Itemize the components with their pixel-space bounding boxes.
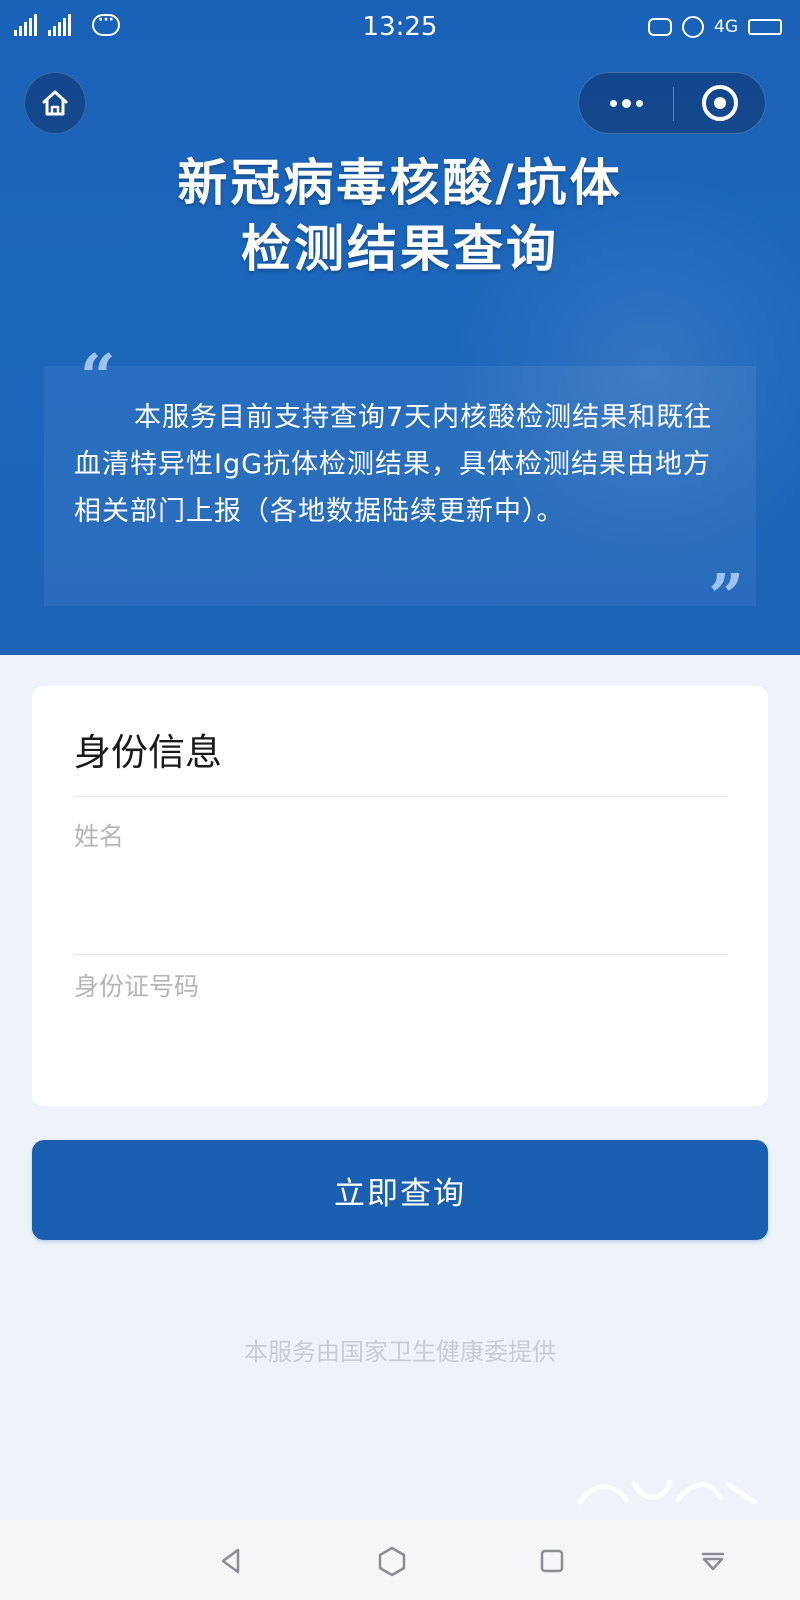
home-icon	[42, 90, 68, 116]
identity-card-title: 身份信息	[74, 731, 222, 774]
square-recents-icon	[540, 1549, 564, 1573]
id-number-input[interactable]	[74, 956, 728, 1016]
notice-card: “ 本服务目前支持查询7天内核酸检测结果和既往血清特异性IgG抗体检测结果，具体…	[44, 346, 756, 628]
close-button[interactable]	[674, 73, 766, 133]
system-nav-bar	[0, 1520, 800, 1600]
hexagon-home-icon	[378, 1546, 406, 1577]
page-title: 新冠病毒核酸/抗体 检测结果查询	[0, 150, 800, 282]
recents-button[interactable]	[527, 1536, 577, 1586]
divider	[74, 796, 728, 797]
query-button[interactable]: 立即查询	[32, 1140, 768, 1240]
close-quote-icon: ”	[708, 560, 744, 633]
home-button[interactable]	[24, 72, 86, 134]
notification-pull-button[interactable]	[688, 1536, 738, 1586]
title-line-1: 新冠病毒核酸/抗体	[177, 154, 623, 212]
identity-form-card: 身份信息	[32, 686, 768, 1106]
back-triangle-icon	[221, 1548, 240, 1574]
provider-note: 本服务由国家卫生健康委提供	[244, 1338, 556, 1366]
divider	[74, 954, 728, 955]
target-close-icon	[702, 85, 738, 121]
back-button[interactable]	[206, 1536, 256, 1586]
alarm-icon	[682, 16, 704, 38]
battery-icon	[748, 19, 782, 35]
home-nav-button[interactable]	[367, 1536, 417, 1586]
watermark-logo	[574, 1472, 764, 1512]
miniprogram-capsule	[578, 72, 766, 134]
title-line-2: 检测结果查询	[241, 220, 559, 278]
header-banner: 13:25 4G 新冠病毒核酸/抗体 检测结果查询 “ 本服务目前支持查询	[0, 0, 800, 655]
name-input[interactable]	[74, 806, 728, 866]
status-right: 4G	[648, 16, 782, 38]
vibrate-icon	[648, 18, 672, 36]
status-bar: 13:25 4G	[0, 0, 800, 56]
pull-down-icon	[701, 1552, 725, 1571]
more-button[interactable]	[579, 73, 673, 133]
network-type: 4G	[714, 17, 738, 37]
more-dots-icon	[609, 99, 617, 107]
notice-text: 本服务目前支持查询7天内核酸检测结果和既往血清特异性IgG抗体检测结果，具体检测…	[74, 402, 713, 527]
